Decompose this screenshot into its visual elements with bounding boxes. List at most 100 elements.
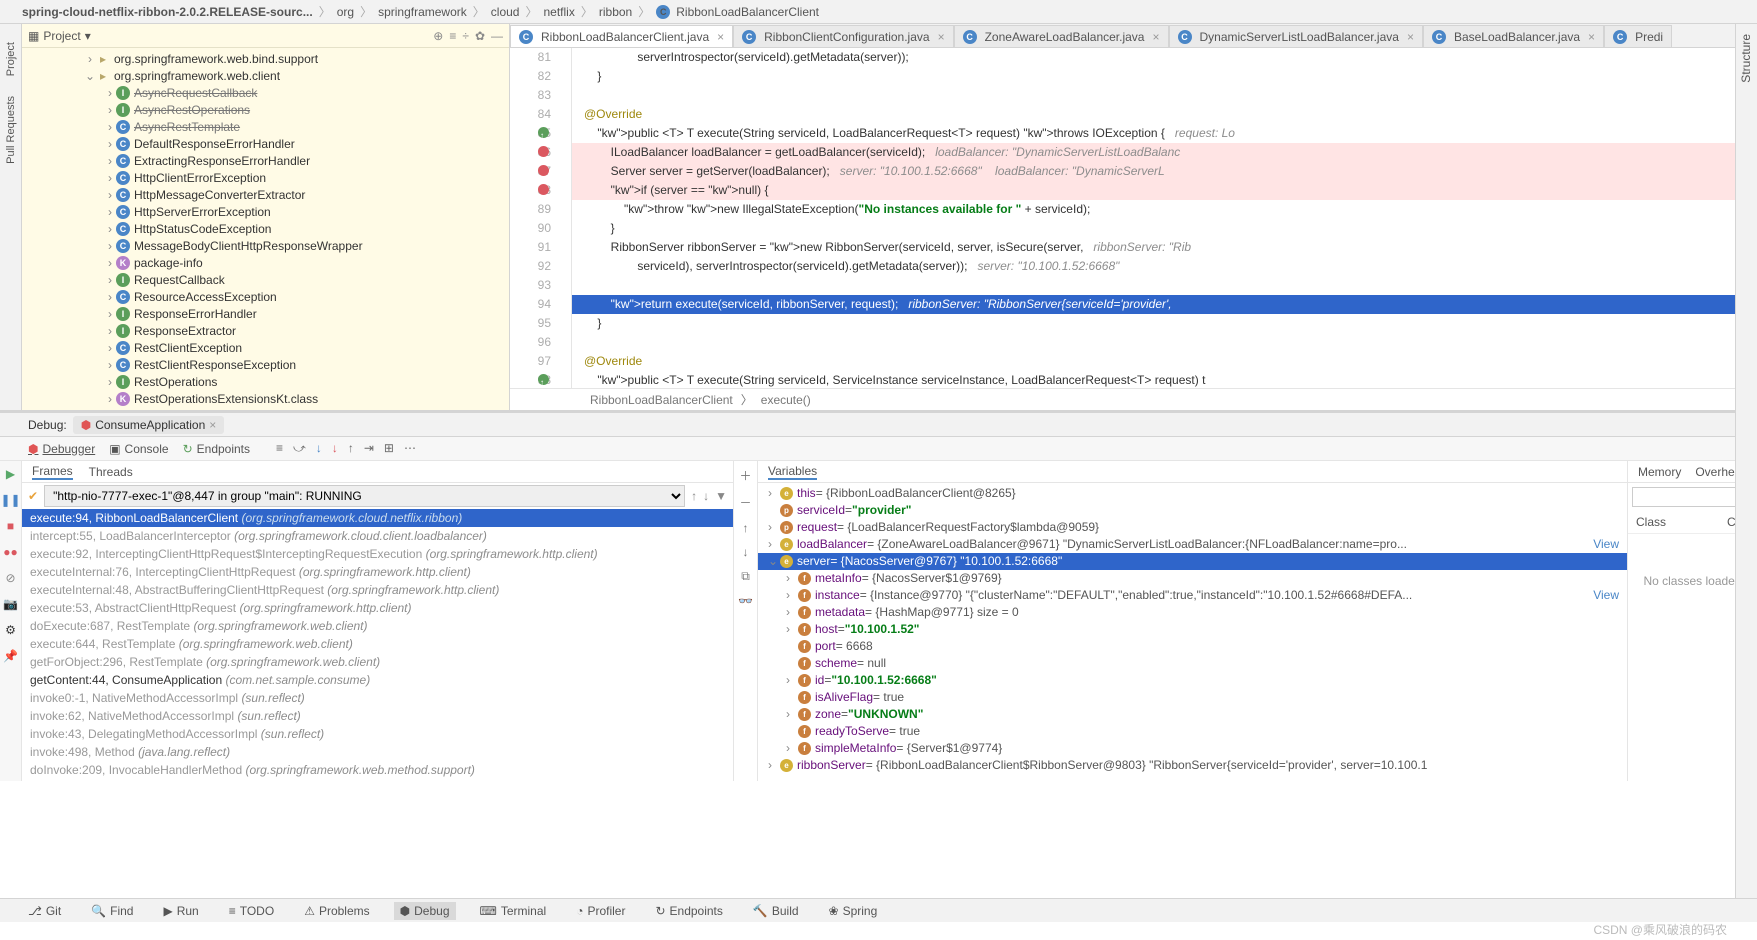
stack-frame[interactable]: getContent:44, ConsumeApplication (com.n… bbox=[22, 671, 733, 689]
camera-icon[interactable]: 📷 bbox=[3, 597, 18, 611]
variable-row[interactable]: ›prequest = {LoadBalancerRequestFactory$… bbox=[758, 519, 1627, 536]
status-terminal[interactable]: ⌨Terminal bbox=[474, 902, 553, 920]
memory-search[interactable] bbox=[1632, 487, 1750, 507]
stack-frame[interactable]: execute:53, AbstractClientHttpRequest (o… bbox=[22, 599, 733, 617]
settings-icon[interactable]: ✿ bbox=[475, 29, 485, 43]
variable-row[interactable]: fscheme = null bbox=[758, 655, 1627, 672]
stack-frame[interactable]: invoke:62, NativeMethodAccessorImpl (sun… bbox=[22, 707, 733, 725]
pull-requests-tab[interactable]: Pull Requests bbox=[3, 86, 19, 174]
structure-tab[interactable]: Structure bbox=[1736, 24, 1756, 93]
debugger-tab[interactable]: ⬢Debugger bbox=[28, 442, 95, 456]
close-icon[interactable]: × bbox=[209, 418, 216, 432]
tree-item[interactable]: ›IResponseErrorHandler bbox=[22, 305, 509, 322]
variable-row[interactable]: freadyToServe = true bbox=[758, 723, 1627, 740]
tree-item[interactable]: ›CHttpStatusCodeException bbox=[22, 220, 509, 237]
editor-tab[interactable]: CRibbonClientConfiguration.java× bbox=[733, 25, 953, 47]
gutter[interactable]: 818283848586878889909192939495969798 bbox=[510, 48, 572, 388]
view-bp-icon[interactable]: ●● bbox=[3, 545, 18, 559]
next-frame-icon[interactable]: ↓ bbox=[703, 489, 709, 503]
remove-watch-icon[interactable]: － bbox=[739, 494, 751, 511]
prev-frame-icon[interactable]: ↑ bbox=[691, 489, 697, 503]
tree-item[interactable]: ›KRestOperationsExtensionsKt.class bbox=[22, 390, 509, 407]
variable-row[interactable]: ›finstance = {Instance@9770} "{"clusterN… bbox=[758, 587, 1627, 604]
gear-icon[interactable]: ⚙ bbox=[5, 623, 16, 637]
editor-tab[interactable]: CRibbonLoadBalancerClient.java× bbox=[510, 25, 733, 47]
filter-icon[interactable]: ▼ bbox=[715, 489, 727, 503]
close-icon[interactable]: × bbox=[1152, 30, 1159, 44]
endpoints-tab[interactable]: ↻Endpoints bbox=[183, 442, 250, 456]
status-build[interactable]: 🔨Build bbox=[747, 902, 805, 920]
variable-row[interactable]: ⌄eserver = {NacosServer@9767} "10.100.1.… bbox=[758, 553, 1627, 570]
locate-icon[interactable]: ⊕ bbox=[433, 29, 443, 43]
status-find[interactable]: 🔍Find bbox=[85, 902, 139, 920]
editor-tab[interactable]: CBaseLoadBalancer.java× bbox=[1423, 25, 1604, 47]
stack-frame[interactable]: execute:644, RestTemplate (org.springfra… bbox=[22, 635, 733, 653]
variable-row[interactable]: ›fid = "10.100.1.52:6668" bbox=[758, 672, 1627, 689]
frames-subtab[interactable]: Frames bbox=[32, 464, 73, 480]
glasses-icon[interactable]: 👓 bbox=[738, 594, 753, 608]
pause-icon[interactable]: ❚❚ bbox=[0, 493, 20, 507]
status-problems[interactable]: ⚠Problems bbox=[298, 902, 375, 920]
variable-row[interactable]: ›fmetadata = {HashMap@9771} size = 0 bbox=[758, 604, 1627, 621]
variable-row[interactable]: ›fsimpleMetaInfo = {Server$1@9774} bbox=[758, 740, 1627, 757]
close-icon[interactable]: × bbox=[1588, 30, 1595, 44]
status-endpoints[interactable]: ↻Endpoints bbox=[649, 902, 728, 920]
step-over-icon[interactable]: ⤻ bbox=[293, 441, 306, 456]
tree-item[interactable]: ›CAsyncRestTemplate bbox=[22, 118, 509, 135]
status-profiler[interactable]: ◔Profiler bbox=[570, 902, 631, 920]
editor-tab[interactable]: CDynamicServerListLoadBalancer.java× bbox=[1169, 25, 1423, 47]
status-spring[interactable]: ❀Spring bbox=[823, 902, 884, 920]
threads-subtab[interactable]: Threads bbox=[89, 465, 133, 479]
stack-frame[interactable]: execute:94, RibbonLoadBalancerClient (or… bbox=[22, 509, 733, 527]
variable-row[interactable]: ›eribbonServer = {RibbonLoadBalancerClie… bbox=[758, 757, 1627, 774]
source[interactable]: serverIntrospector(serviceId).getMetadat… bbox=[572, 48, 1757, 388]
run-config[interactable]: ⬢ConsumeApplication× bbox=[73, 416, 225, 434]
variable-row[interactable]: ›fzone = "UNKNOWN" bbox=[758, 706, 1627, 723]
close-icon[interactable]: × bbox=[717, 30, 724, 44]
tree-item[interactable]: ›CResourceAccessException bbox=[22, 288, 509, 305]
close-icon[interactable]: × bbox=[938, 30, 945, 44]
stack-frame[interactable]: executeInternal:76, InterceptingClientHt… bbox=[22, 563, 733, 581]
stack-frame[interactable]: intercept:55, LoadBalancerInterceptor (o… bbox=[22, 527, 733, 545]
variable-row[interactable]: ›fmetaInfo = {NacosServer$1@9769} bbox=[758, 570, 1627, 587]
step-into-icon[interactable]: ↓ bbox=[316, 441, 322, 456]
tree-item[interactable]: ›CExtractingResponseErrorHandler bbox=[22, 152, 509, 169]
stop-icon[interactable]: ■ bbox=[7, 519, 14, 533]
status-debug[interactable]: ⬢Debug bbox=[394, 902, 456, 920]
resume-icon[interactable]: ▶ bbox=[6, 467, 15, 481]
stack-frame[interactable]: getForObject:296, RestTemplate (org.spri… bbox=[22, 653, 733, 671]
variables-subtab[interactable]: Variables bbox=[768, 464, 817, 480]
expand-icon[interactable]: ≡ bbox=[449, 29, 456, 43]
variable-row[interactable]: ›fhost = "10.100.1.52" bbox=[758, 621, 1627, 638]
tree-item[interactable]: ›CRestClientException bbox=[22, 339, 509, 356]
force-step-icon[interactable]: ↓ bbox=[332, 441, 338, 456]
variable-row[interactable]: pserviceId = "provider" bbox=[758, 502, 1627, 519]
status-todo[interactable]: ≡TODO bbox=[223, 902, 280, 920]
tree-item[interactable]: ›IRestOperations bbox=[22, 373, 509, 390]
tree-item[interactable]: ›IAsyncRestOperations bbox=[22, 101, 509, 118]
step-list-icon[interactable]: ≡ bbox=[276, 441, 283, 456]
editor-tab[interactable]: CPredi bbox=[1604, 25, 1672, 47]
stack-frame[interactable]: invoke:43, DelegatingMethodAccessorImpl … bbox=[22, 725, 733, 743]
step-out-icon[interactable]: ↑ bbox=[348, 441, 354, 456]
status-git[interactable]: ⎇Git bbox=[22, 902, 67, 920]
tree-item[interactable]: ›CHttpMessageConverterExtractor bbox=[22, 186, 509, 203]
copy-icon[interactable]: ⧉ bbox=[741, 569, 750, 584]
mute-bp-icon[interactable]: ⊘ bbox=[5, 571, 15, 585]
stack-frame[interactable]: invoke:498, Method (java.lang.reflect) bbox=[22, 743, 733, 761]
stack-frame[interactable]: doInvoke:209, InvocableHandlerMethod (or… bbox=[22, 761, 733, 779]
tree-item[interactable]: ›IResponseExtractor bbox=[22, 322, 509, 339]
close-icon[interactable]: × bbox=[1407, 30, 1414, 44]
tree-item[interactable]: ›CDefaultResponseErrorHandler bbox=[22, 135, 509, 152]
tree-item[interactable]: ›IRequestCallback bbox=[22, 271, 509, 288]
bc-root[interactable]: spring-cloud-netflix-ribbon-2.0.2.RELEAS… bbox=[22, 5, 313, 19]
memory-tab[interactable]: Memory bbox=[1638, 465, 1681, 479]
up-icon[interactable]: ↑ bbox=[743, 521, 749, 535]
editor-tab[interactable]: CZoneAwareLoadBalancer.java× bbox=[954, 25, 1169, 47]
status-run[interactable]: ▶Run bbox=[157, 902, 204, 920]
tree-item[interactable]: ›CHttpClientErrorException bbox=[22, 169, 509, 186]
pin-icon[interactable]: 📌 bbox=[3, 649, 18, 663]
thread-select[interactable]: "http-nio-7777-exec-1"@8,447 in group "m… bbox=[44, 485, 685, 507]
variable-row[interactable]: ›ethis = {RibbonLoadBalancerClient@8265} bbox=[758, 485, 1627, 502]
tree-item[interactable]: ⌄▸org.springframework.web.client bbox=[22, 67, 509, 84]
